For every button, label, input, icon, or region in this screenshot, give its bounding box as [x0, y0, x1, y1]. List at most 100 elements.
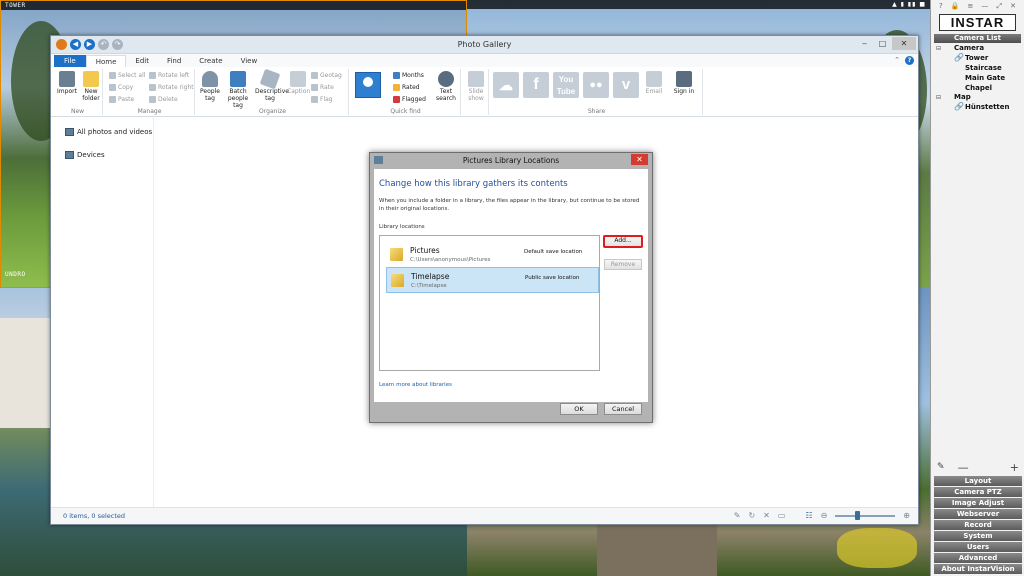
people-tag-button[interactable]: People tag	[199, 71, 221, 102]
slide-show-button[interactable]: Slide show	[465, 71, 487, 102]
location-status: Public save location	[525, 275, 580, 281]
copy-button[interactable]: Copy	[109, 84, 133, 91]
menu-icon[interactable]: ≡	[968, 2, 974, 10]
tab-file[interactable]: File	[54, 55, 86, 67]
location-row-timelapse[interactable]: Timelapse C:\Timelapse Public save locat…	[386, 267, 599, 293]
zoom-out-icon[interactable]: ⊖	[821, 511, 828, 520]
details-view-icon[interactable]: ☷	[805, 511, 812, 520]
zoom-in-icon[interactable]: ⊕	[903, 511, 910, 520]
close-icon[interactable]: ✕	[892, 37, 916, 50]
fullscreen-icon[interactable]: ⤢	[996, 2, 1002, 10]
menu-users[interactable]: Users	[934, 542, 1022, 552]
locations-label: Library locations	[379, 224, 425, 230]
locations-list[interactable]: Pictures C:\Users\anonymous\Pictures Def…	[379, 235, 600, 371]
new-folder-button[interactable]: New folder	[80, 71, 102, 102]
tree-item-chapel[interactable]: Chapel	[965, 84, 992, 92]
panel-tools: ✎ — +	[931, 460, 1024, 474]
location-row-pictures[interactable]: Pictures C:\Users\anonymous\Pictures Def…	[386, 242, 599, 268]
close-icon[interactable]: ✕	[1010, 2, 1016, 10]
camera-tile-topbar: TOWER	[1, 1, 466, 10]
menu-system[interactable]: System	[934, 531, 1022, 541]
rotate-right-button[interactable]: Rotate right	[149, 84, 194, 91]
paste-button[interactable]: Paste	[109, 96, 134, 103]
nav-item-devices[interactable]: Devices	[65, 151, 105, 159]
tree-collapse-icon[interactable]: ⊟	[936, 94, 941, 101]
youtube-icon[interactable]: You Tube	[553, 72, 579, 98]
camera-label: UNDRO	[5, 271, 26, 278]
ribbon-group-share: ☁ f You Tube ●● v Email Sign in Share	[491, 69, 703, 115]
facebook-icon[interactable]: f	[523, 72, 549, 98]
add-camera-icon[interactable]: +	[1010, 461, 1019, 474]
tree-item-tower[interactable]: Tower	[965, 54, 988, 62]
add-button[interactable]: Add...	[603, 235, 643, 248]
tree-item-staircase[interactable]: Staircase	[965, 64, 1002, 72]
onedrive-icon[interactable]: ☁	[493, 72, 519, 98]
minimize-icon[interactable]: ‒	[856, 37, 873, 50]
help-icon[interactable]: ?	[939, 2, 943, 10]
camera-label: TOWER	[5, 2, 26, 9]
copy-icon	[109, 84, 116, 91]
rate-label: Rate	[320, 84, 334, 91]
dialog-close-icon[interactable]: ✕	[631, 154, 648, 165]
menu-camera-ptz[interactable]: Camera PTZ	[934, 487, 1022, 497]
edit-icon[interactable]: ✎	[734, 511, 741, 520]
remove-button[interactable]: Remove	[604, 259, 642, 270]
flagged-button[interactable]: Flagged	[393, 96, 426, 103]
tab-find[interactable]: Find	[158, 55, 190, 67]
menu-image-adjust[interactable]: Image Adjust	[934, 498, 1022, 508]
caption-button[interactable]: Caption	[287, 71, 310, 95]
flower-shape	[837, 528, 917, 568]
menu-advanced[interactable]: Advanced	[934, 553, 1022, 563]
rated-button[interactable]: Rated	[393, 84, 420, 91]
nav-item-all-photos[interactable]: All photos and videos	[65, 128, 152, 136]
import-button[interactable]: Import	[57, 71, 77, 95]
lock-icon[interactable]: 🔒	[951, 2, 960, 10]
tree-item-huenstetten[interactable]: Hünstetten	[965, 103, 1010, 111]
remove-camera-icon[interactable]: —	[958, 461, 969, 474]
geotag-button[interactable]: Geotag	[311, 72, 342, 79]
user-tile-icon[interactable]	[355, 72, 381, 98]
tree-collapse-icon[interactable]: ⊟	[936, 45, 941, 52]
menu-record[interactable]: Record	[934, 520, 1022, 530]
vimeo-icon[interactable]: v	[613, 72, 639, 98]
rotate-left-button[interactable]: Rotate left	[149, 72, 189, 79]
tab-edit[interactable]: Edit	[126, 55, 158, 67]
slideshow-icon[interactable]: ▭	[778, 511, 786, 520]
flag-button[interactable]: Flag	[311, 96, 333, 103]
tree-item-map[interactable]: Map	[954, 93, 971, 101]
email-button[interactable]: Email	[643, 71, 665, 95]
rotate-icon[interactable]: ↻	[748, 511, 755, 520]
menu-layout[interactable]: Layout	[934, 476, 1022, 486]
collapse-ribbon-icon[interactable]: ⌃	[894, 56, 900, 65]
menu-webserver[interactable]: Webserver	[934, 509, 1022, 519]
descriptive-tag-button[interactable]: Descriptive tag	[255, 68, 289, 102]
flickr-icon[interactable]: ●●	[583, 72, 609, 98]
batch-people-tag-button[interactable]: Batch people tag	[223, 71, 253, 109]
delete-button[interactable]: Delete	[149, 96, 178, 103]
learn-more-link[interactable]: Learn more about libraries	[379, 382, 452, 388]
help-icon[interactable]: ?	[905, 56, 914, 65]
rate-button[interactable]: Rate	[311, 84, 334, 91]
zoom-slider-thumb[interactable]	[854, 510, 860, 520]
delete-icon[interactable]: ✕	[763, 511, 770, 520]
tab-view[interactable]: View	[232, 55, 267, 67]
panel-top-icons: ? 🔒 ≡ — ⤢ ✕	[931, 0, 1024, 12]
tab-home[interactable]: Home	[85, 55, 127, 67]
photos-icon	[65, 128, 74, 136]
text-search-button[interactable]: Text search	[435, 71, 457, 102]
tab-create[interactable]: Create	[190, 55, 231, 67]
sign-in-button[interactable]: Sign in	[673, 71, 695, 95]
menu-about[interactable]: About InstarVision	[934, 564, 1022, 574]
tree-item-main-gate[interactable]: Main Gate	[965, 74, 1005, 82]
edit-icon[interactable]: ✎	[937, 462, 945, 472]
cancel-button[interactable]: Cancel	[604, 403, 642, 415]
select-all-button[interactable]: Select all	[109, 72, 145, 79]
minimize-icon[interactable]: —	[981, 2, 988, 10]
zoom-slider[interactable]	[835, 510, 896, 520]
nav-label: Devices	[77, 151, 105, 159]
ok-button[interactable]: OK	[560, 403, 598, 415]
months-button[interactable]: Months	[393, 72, 424, 79]
flag-icon	[393, 96, 400, 103]
maximize-icon[interactable]: □	[874, 37, 891, 50]
tree-item-camera[interactable]: Camera	[954, 44, 984, 52]
